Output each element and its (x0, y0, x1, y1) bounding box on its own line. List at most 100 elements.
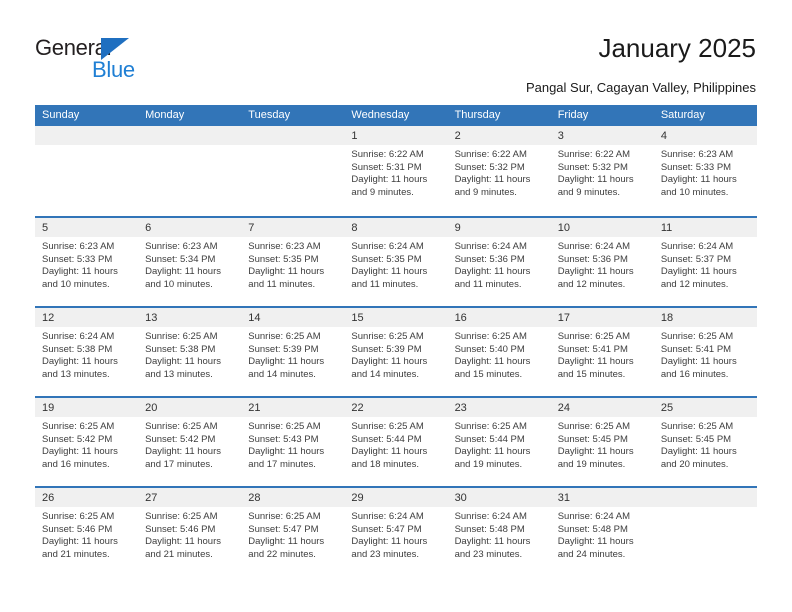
calendar-day-cell[interactable]: 28 Sunrise: 6:25 AM Sunset: 5:47 PM Dayligh… (241, 488, 345, 576)
day-number-strip: 19 (35, 398, 139, 417)
day-details: Sunrise: 6:23 AM Sunset: 5:33 PM Daylight:… (35, 237, 138, 291)
calendar-day-cell[interactable]: 20 Sunrise: 6:25 AM Sunset: 5:42 PM Dayligh… (138, 398, 242, 486)
day-number-strip: 12 (35, 308, 139, 327)
calendar-day-cell[interactable]: 23 Sunrise: 6:25 AM Sunset: 5:44 PM Dayligh… (447, 398, 551, 486)
calendar-day-cell[interactable]: 14 Sunrise: 6:25 AM Sunset: 5:39 PM Dayligh… (241, 308, 345, 396)
day-number-strip: 7 (241, 218, 345, 237)
day-number: 29 (351, 492, 364, 504)
calendar-day-cell[interactable]: 11 Sunrise: 6:24 AM Sunset: 5:37 PM Dayligh… (653, 218, 757, 306)
sunrise-text: Sunrise: 6:25 AM (42, 511, 115, 522)
day-number-strip (35, 126, 139, 145)
calendar-day-cell[interactable]: 5 Sunrise: 6:23 AM Sunset: 5:33 PM Daylight… (35, 218, 139, 306)
day-number-strip: 17 (550, 308, 654, 327)
sunset-text: Sunset: 5:47 PM (351, 523, 422, 535)
calendar-day-cell[interactable]: 6 Sunrise: 6:23 AM Sunset: 5:34 PM Daylight… (138, 218, 242, 306)
daylight-text-line2: and 22 minutes. (248, 548, 316, 560)
sunrise-text: Sunrise: 6:25 AM (145, 331, 218, 342)
calendar-day-cell[interactable]: 9 Sunrise: 6:24 AM Sunset: 5:36 PM Daylight… (447, 218, 551, 306)
daylight-text-line2: and 19 minutes. (454, 458, 523, 470)
day-details: Sunrise: 6:24 AM Sunset: 5:36 PM Daylight:… (448, 237, 551, 291)
daylight-text-line2: and 14 minutes. (248, 368, 316, 380)
calendar-day-cell[interactable]: 21 Sunrise: 6:25 AM Sunset: 5:43 PM Dayligh… (241, 398, 345, 486)
day-details: Sunrise: 6:24 AM Sunset: 5:38 PM Daylight:… (35, 327, 138, 381)
calendar-day-cell[interactable]: 30 Sunrise: 6:24 AM Sunset: 5:48 PM Dayligh… (447, 488, 551, 576)
weekday-header-sunday: Sunday (42, 109, 80, 121)
daylight-text-line2: and 11 minutes. (351, 278, 419, 290)
calendar-day-cell[interactable]: 26 Sunrise: 6:25 AM Sunset: 5:46 PM Dayligh… (35, 488, 139, 576)
daylight-text-line1: Daylight: 11 hours (454, 536, 531, 548)
sunset-text: Sunset: 5:41 PM (557, 343, 628, 355)
calendar-day-cell[interactable]: 27 Sunrise: 6:25 AM Sunset: 5:46 PM Dayligh… (138, 488, 242, 576)
sunrise-text: Sunrise: 6:23 AM (145, 241, 218, 252)
sunset-text: Sunset: 5:32 PM (557, 161, 628, 173)
calendar-day-cell-empty (35, 126, 139, 216)
day-details: Sunrise: 6:23 AM Sunset: 5:34 PM Daylight:… (138, 237, 241, 291)
sunrise-text: Sunrise: 6:25 AM (351, 421, 424, 432)
day-details: Sunrise: 6:24 AM Sunset: 5:47 PM Daylight:… (344, 507, 447, 561)
sunset-text: Sunset: 5:44 PM (351, 433, 422, 445)
calendar-day-cell[interactable]: 13 Sunrise: 6:25 AM Sunset: 5:38 PM Dayligh… (138, 308, 242, 396)
daylight-text-line1: Daylight: 11 hours (351, 356, 428, 368)
sunrise-text: Sunrise: 6:25 AM (145, 511, 218, 522)
sunrise-text: Sunrise: 6:24 AM (42, 331, 115, 342)
calendar-day-cell[interactable]: 17 Sunrise: 6:25 AM Sunset: 5:41 PM Dayligh… (550, 308, 654, 396)
calendar-day-cell[interactable]: 18 Sunrise: 6:25 AM Sunset: 5:41 PM Dayligh… (653, 308, 757, 396)
day-details: Sunrise: 6:25 AM Sunset: 5:38 PM Daylight:… (138, 327, 241, 381)
day-number-strip: 3 (550, 126, 654, 145)
day-number-strip: 1 (344, 126, 448, 145)
sunset-text: Sunset: 5:36 PM (454, 253, 525, 265)
daylight-text-line2: and 15 minutes. (454, 368, 523, 380)
calendar-day-cell[interactable]: 29 Sunrise: 6:24 AM Sunset: 5:47 PM Dayligh… (344, 488, 448, 576)
day-number: 4 (660, 130, 667, 142)
calendar-day-cell-empty (653, 488, 757, 576)
sunrise-text: Sunrise: 6:23 AM (660, 149, 734, 160)
sunset-text: Sunset: 5:32 PM (454, 161, 525, 173)
day-details: Sunrise: 6:22 AM Sunset: 5:32 PM Daylight:… (551, 145, 654, 199)
day-number-strip: 23 (447, 398, 551, 417)
calendar-day-cell[interactable]: 7 Sunrise: 6:23 AM Sunset: 5:35 PM Daylight… (241, 218, 345, 306)
day-details: Sunrise: 6:25 AM Sunset: 5:46 PM Daylight:… (138, 507, 241, 561)
calendar-day-cell[interactable]: 2 Sunrise: 6:22 AM Sunset: 5:32 PM Daylight… (447, 126, 551, 216)
daylight-text-line1: Daylight: 11 hours (660, 266, 737, 278)
calendar-day-cell[interactable]: 8 Sunrise: 6:24 AM Sunset: 5:35 PM Daylight… (344, 218, 448, 306)
calendar-week-row: 1 Sunrise: 6:22 AM Sunset: 5:31 PM Daylight… (35, 126, 757, 216)
day-details: Sunrise: 6:25 AM Sunset: 5:40 PM Daylight:… (448, 327, 551, 381)
sunrise-text: Sunrise: 6:25 AM (660, 421, 734, 432)
calendar-day-cell[interactable]: 31 Sunrise: 6:24 AM Sunset: 5:48 PM Dayligh… (550, 488, 654, 576)
calendar-day-cell[interactable]: 10 Sunrise: 6:24 AM Sunset: 5:36 PM Dayligh… (550, 218, 654, 306)
calendar-day-cell[interactable]: 22 Sunrise: 6:25 AM Sunset: 5:44 PM Dayligh… (344, 398, 448, 486)
sunrise-text: Sunrise: 6:22 AM (454, 149, 527, 160)
calendar-day-cell-empty (241, 126, 345, 216)
calendar-day-cell[interactable]: 25 Sunrise: 6:25 AM Sunset: 5:45 PM Dayligh… (653, 398, 757, 486)
daylight-text-line1: Daylight: 11 hours (145, 536, 222, 548)
day-number-strip: 13 (138, 308, 242, 327)
daylight-text-line1: Daylight: 11 hours (351, 446, 428, 458)
calendar-day-cell[interactable]: 16 Sunrise: 6:25 AM Sunset: 5:40 PM Dayligh… (447, 308, 551, 396)
calendar-day-cell[interactable]: 12 Sunrise: 6:24 AM Sunset: 5:38 PM Dayligh… (35, 308, 139, 396)
sunrise-text: Sunrise: 6:25 AM (248, 511, 321, 522)
sunrise-text: Sunrise: 6:24 AM (454, 511, 527, 522)
calendar-day-cell[interactable]: 1 Sunrise: 6:22 AM Sunset: 5:31 PM Daylight… (344, 126, 448, 216)
day-details: Sunrise: 6:23 AM Sunset: 5:35 PM Daylight:… (241, 237, 344, 291)
sunset-text: Sunset: 5:37 PM (660, 253, 732, 265)
daylight-text-line1: Daylight: 11 hours (660, 356, 737, 368)
calendar-day-cell[interactable]: 15 Sunrise: 6:25 AM Sunset: 5:39 PM Dayligh… (344, 308, 448, 396)
calendar-day-cell[interactable]: 3 Sunrise: 6:22 AM Sunset: 5:32 PM Daylight… (550, 126, 654, 216)
daylight-text-line1: Daylight: 11 hours (557, 356, 634, 368)
day-details: Sunrise: 6:25 AM Sunset: 5:41 PM Daylight:… (551, 327, 654, 381)
day-number: 7 (248, 222, 255, 234)
day-number: 23 (454, 402, 467, 414)
daylight-text-line1: Daylight: 11 hours (557, 266, 634, 278)
general-blue-logo[interactable]: General Blue (35, 36, 165, 91)
calendar-day-cell[interactable]: 19 Sunrise: 6:25 AM Sunset: 5:42 PM Dayligh… (35, 398, 139, 486)
day-number-strip: 18 (653, 308, 757, 327)
daylight-text-line2: and 10 minutes. (145, 278, 213, 290)
sunset-text: Sunset: 5:45 PM (557, 433, 628, 445)
day-details: Sunrise: 6:24 AM Sunset: 5:48 PM Daylight:… (448, 507, 551, 561)
day-number: 12 (42, 312, 55, 324)
calendar-day-cell[interactable]: 24 Sunrise: 6:25 AM Sunset: 5:45 PM Dayligh… (550, 398, 654, 486)
daylight-text-line1: Daylight: 11 hours (42, 356, 118, 368)
day-number: 31 (557, 492, 570, 504)
calendar-day-cell[interactable]: 4 Sunrise: 6:23 AM Sunset: 5:33 PM Daylight… (653, 126, 757, 216)
daylight-text-line2: and 9 minutes. (454, 186, 517, 198)
